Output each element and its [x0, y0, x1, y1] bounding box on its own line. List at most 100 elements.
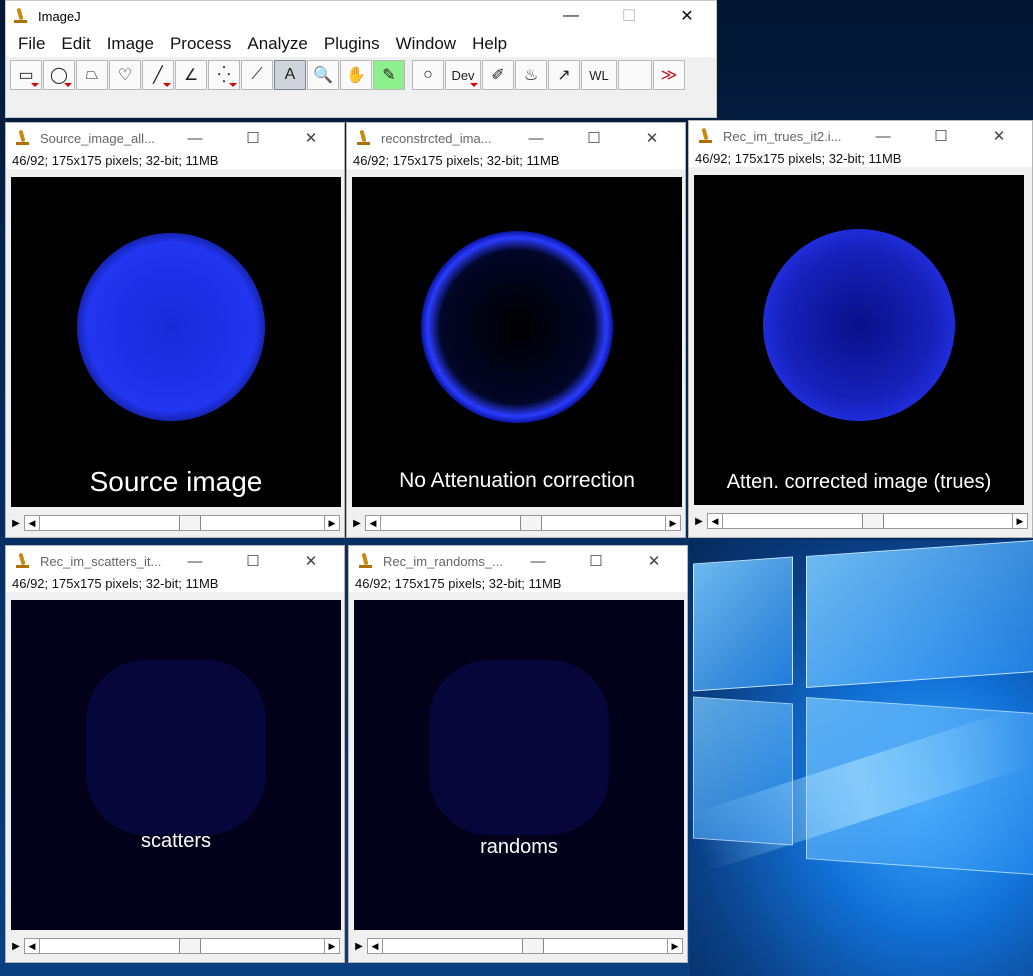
scroll-right-icon[interactable]: ▶	[665, 516, 680, 530]
image-window-titlebar[interactable]: reconstrcted_ima... — ☐ ✕	[347, 123, 685, 153]
image-canvas[interactable]: Source image	[11, 177, 341, 507]
image-window-2: reconstrcted_ima... — ☐ ✕ 46/92; 175x175…	[346, 122, 686, 538]
scroll-left-icon[interactable]: ◀	[25, 516, 40, 530]
flood-fill-icon: ♨	[523, 67, 539, 84]
arrow-tool[interactable]: ↗	[548, 60, 580, 90]
menu-edit[interactable]: Edit	[53, 34, 98, 54]
scrollbar-thumb[interactable]	[862, 514, 884, 528]
menu-help[interactable]: Help	[464, 34, 515, 54]
scroll-left-icon[interactable]: ◀	[366, 516, 381, 530]
image-window-titlebar[interactable]: Rec_im_trues_it2.i... — ☐ ✕	[689, 121, 1032, 151]
close-button[interactable]: ✕	[970, 121, 1028, 151]
dev-tool[interactable]: Dev	[445, 60, 481, 90]
image-window-titlebar[interactable]: Rec_im_scatters_it... — ☐ ✕	[6, 546, 344, 576]
close-button[interactable]: ✕	[625, 546, 683, 576]
flood-fill-tool[interactable]: ♨	[515, 60, 547, 90]
play-animation-icon[interactable]: ▶	[691, 513, 707, 529]
polygon-tool[interactable]: ⏢	[76, 60, 108, 90]
menu-image[interactable]: Image	[99, 34, 162, 54]
scrollbar-thumb[interactable]	[522, 939, 544, 953]
close-button[interactable]: ✕	[658, 1, 716, 31]
angle-icon: ∠	[183, 67, 199, 84]
freehand-tool[interactable]: ♡	[109, 60, 141, 90]
color-picker-tool[interactable]: ✎	[373, 60, 405, 90]
dropdown-indicator-icon	[163, 83, 171, 87]
minimize-button[interactable]: —	[507, 123, 565, 153]
pencil-icon: ✐	[491, 67, 505, 84]
scrollbar-thumb[interactable]	[179, 516, 201, 530]
minimize-button[interactable]: —	[854, 121, 912, 151]
wand-tool[interactable]: ⟋	[241, 60, 273, 90]
minimize-button[interactable]: —	[166, 546, 224, 576]
image-info-line: 46/92; 175x175 pixels; 32-bit; 11MB	[689, 151, 1032, 167]
menu-plugins[interactable]: Plugins	[316, 34, 388, 54]
minimize-button[interactable]: —	[509, 546, 567, 576]
scroll-right-icon[interactable]: ▶	[324, 516, 339, 530]
minimize-button[interactable]: —	[542, 1, 600, 31]
wand-icon: ⟋	[251, 66, 263, 83]
play-animation-icon[interactable]: ▶	[8, 938, 24, 954]
wl-tool[interactable]: WL	[581, 60, 617, 90]
close-button[interactable]: ✕	[623, 123, 681, 153]
stack-slice-scrollbar[interactable]: ◀ ▶	[367, 938, 683, 954]
hand-icon: ✋	[346, 67, 366, 84]
maximize-button[interactable]: ☐	[912, 121, 970, 151]
line-icon: ╱	[153, 67, 163, 84]
image-canvas[interactable]: randoms	[354, 600, 684, 930]
rectangle-tool[interactable]: ▭	[10, 60, 42, 90]
scroll-right-icon[interactable]: ▶	[667, 939, 682, 953]
menu-analyze[interactable]: Analyze	[239, 34, 315, 54]
scroll-left-icon[interactable]: ◀	[368, 939, 383, 953]
angle-tool[interactable]: ∠	[175, 60, 207, 90]
maximize-button[interactable]: ☐	[565, 123, 623, 153]
menu-process[interactable]: Process	[162, 34, 239, 54]
menu-file[interactable]: File	[10, 34, 53, 54]
scroll-right-icon[interactable]: ▶	[1012, 514, 1027, 528]
play-animation-icon[interactable]: ▶	[349, 515, 365, 531]
scroll-right-icon[interactable]: ▶	[324, 939, 339, 953]
image-caption: Source image	[89, 466, 263, 497]
wallpaper-pane	[693, 556, 793, 692]
scrollbar-thumb[interactable]	[179, 939, 201, 953]
pencil-tool[interactable]: ✐	[482, 60, 514, 90]
magnifier-tool[interactable]: 🔍	[307, 60, 339, 90]
minimize-button[interactable]: —	[166, 123, 224, 153]
imagej-microscope-icon	[355, 129, 373, 147]
main-titlebar[interactable]: ImageJ — ☐ ✕	[6, 1, 716, 31]
image-canvas[interactable]: Atten. corrected image (trues)	[694, 175, 1024, 505]
scrollbar-thumb[interactable]	[520, 516, 542, 530]
image-canvas[interactable]: No Attenuation correction	[352, 177, 682, 507]
close-button[interactable]: ✕	[282, 123, 340, 153]
stack-slice-scrollbar[interactable]: ◀ ▶	[24, 938, 340, 954]
image-info-line: 46/92; 175x175 pixels; 32-bit; 11MB	[6, 576, 344, 592]
maximize-button[interactable]: ☐	[224, 546, 282, 576]
maximize-button[interactable]: ☐	[567, 546, 625, 576]
image-window-titlebar[interactable]: Rec_im_randoms_... — ☐ ✕	[349, 546, 687, 576]
dropdown-indicator-icon	[64, 83, 72, 87]
image-canvas[interactable]: scatters	[11, 600, 341, 930]
play-animation-icon[interactable]: ▶	[351, 938, 367, 954]
stack-slice-scrollbar[interactable]: ◀ ▶	[707, 513, 1028, 529]
image-window-title: Source_image_all...	[40, 130, 155, 146]
zoom-tool[interactable]: ○	[412, 60, 444, 90]
text-tool[interactable]: A	[274, 60, 306, 90]
scroll-left-icon[interactable]: ◀	[708, 514, 723, 528]
image-info-line: 46/92; 175x175 pixels; 32-bit; 11MB	[349, 576, 687, 592]
dev-icon: Dev	[451, 67, 475, 83]
close-button[interactable]: ✕	[282, 546, 340, 576]
line-tool[interactable]: ╱	[142, 60, 174, 90]
scroll-left-icon[interactable]: ◀	[25, 939, 40, 953]
hand-tool[interactable]: ✋	[340, 60, 372, 90]
more-tools[interactable]: ≫	[653, 60, 685, 90]
maximize-button[interactable]: ☐	[224, 123, 282, 153]
blank-tool[interactable]	[618, 60, 652, 90]
menu-window[interactable]: Window	[388, 34, 464, 54]
faint-reconstruction-image	[354, 600, 684, 930]
stack-slice-scrollbar[interactable]: ◀ ▶	[365, 515, 681, 531]
image-window-titlebar[interactable]: Source_image_all... — ☐ ✕	[6, 123, 344, 153]
menubar: File Edit Image Process Analyze Plugins Window…	[6, 31, 716, 57]
oval-tool[interactable]: ◯	[43, 60, 75, 90]
play-animation-icon[interactable]: ▶	[8, 515, 24, 531]
point-tool[interactable]: ⁛	[208, 60, 240, 90]
stack-slice-scrollbar[interactable]: ◀ ▶	[24, 515, 340, 531]
